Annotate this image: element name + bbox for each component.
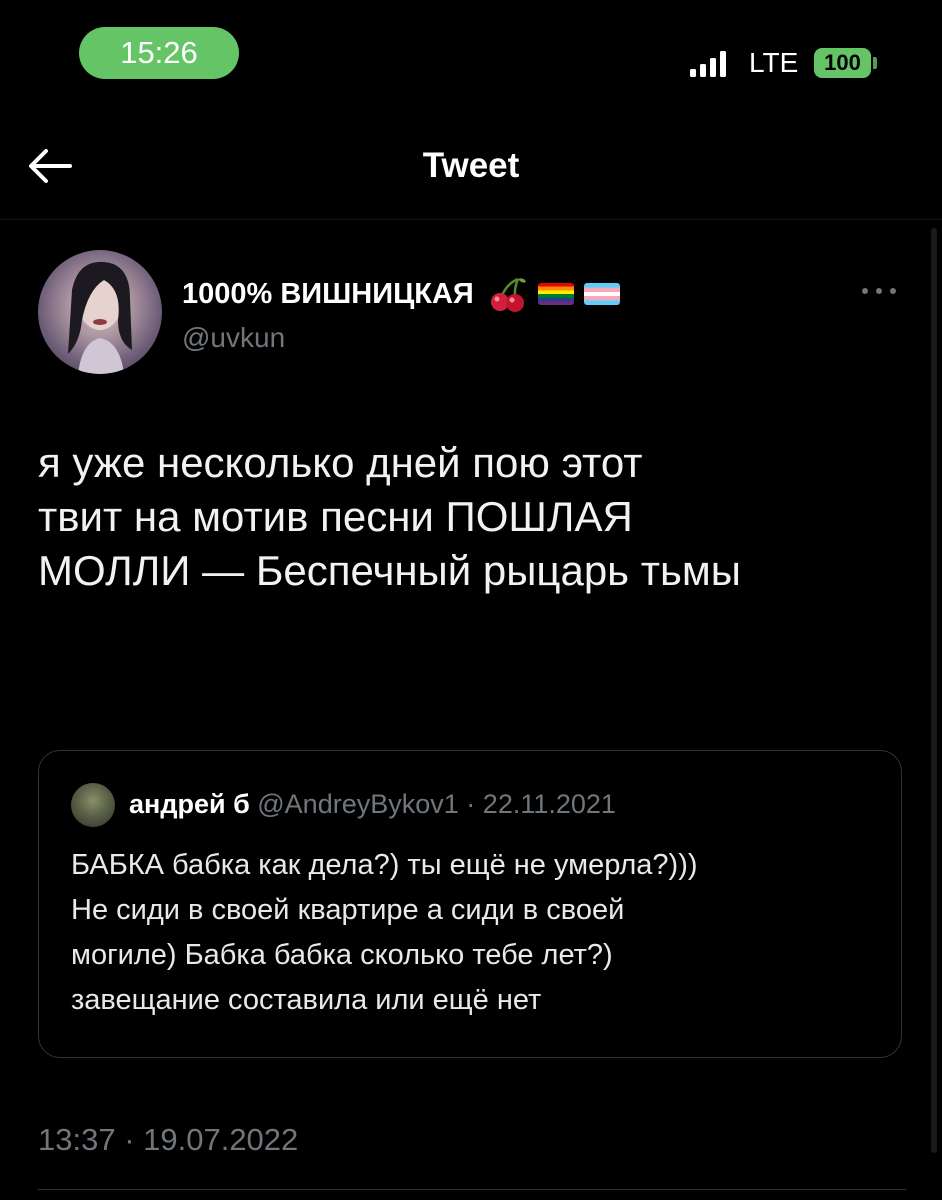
avatar-photo xyxy=(68,261,132,374)
nav-header: Tweet xyxy=(0,110,942,220)
battery-icon: 100 xyxy=(814,48,871,78)
tweet-text: я уже несколько дней пою этот твит на мо… xyxy=(38,436,918,598)
author-emoji-row xyxy=(488,276,620,312)
author-avatar[interactable] xyxy=(38,250,162,374)
rainbow-flag-icon xyxy=(537,283,574,305)
header-divider xyxy=(0,219,942,220)
more-button[interactable] xyxy=(862,282,902,302)
author-handle[interactable]: @uvkun xyxy=(182,322,285,354)
tweet-timestamp: 13:37 · 19.07.2022 xyxy=(38,1122,299,1157)
status-time: 15:26 xyxy=(79,27,239,79)
battery-tip xyxy=(873,57,877,69)
page-title: Tweet xyxy=(422,146,520,185)
signal-strength-icon xyxy=(690,49,730,77)
tweet-text-line: я уже несколько дней пою этот xyxy=(38,439,643,486)
quote-separator: · xyxy=(466,789,476,819)
quote-text-line: завещание составила или ещё нет xyxy=(71,984,542,1016)
quote-text-line: БАБКА бабка как дела?) ты ещё не умерла?… xyxy=(71,849,698,881)
quote-author-handle: @AndreyBykov1 xyxy=(257,789,459,819)
quote-author-name: андрей б xyxy=(129,789,250,819)
scrollbar[interactable] xyxy=(931,228,937,1153)
quote-date: 22.11.2021 xyxy=(482,789,616,819)
author-name-text: 1000% ВИШНИЦКАЯ xyxy=(182,277,474,310)
quote-text-line: могиле) Бабка бабка сколько тебе лет?) xyxy=(71,939,613,971)
quote-text: БАБКА бабка как дела?) ты ещё не умерла?… xyxy=(71,843,881,1023)
tweet-text-line: твит на мотив песни ПОШЛАЯ xyxy=(38,493,633,540)
quote-tweet-card[interactable]: андрей б @AndreyBykov1 · 22.11.2021 БАБК… xyxy=(38,750,902,1058)
status-bar: 15:26 LTE 100 xyxy=(0,0,942,110)
cherry-icon xyxy=(490,277,526,312)
network-type: LTE xyxy=(749,47,799,78)
bottom-divider xyxy=(38,1189,906,1190)
quote-text-line: Не сиди в своей квартире а сиди в своей xyxy=(71,894,625,926)
quote-author-line: андрей б @AndreyBykov1 · 22.11.2021 xyxy=(129,789,616,820)
author-display-name[interactable]: 1000% ВИШНИЦКАЯ xyxy=(182,276,620,312)
transgender-flag-icon xyxy=(583,283,620,305)
tweet-text-line: МОЛЛИ — Беспечный рыцарь тьмы xyxy=(38,547,741,594)
quote-author-avatar xyxy=(71,783,115,827)
